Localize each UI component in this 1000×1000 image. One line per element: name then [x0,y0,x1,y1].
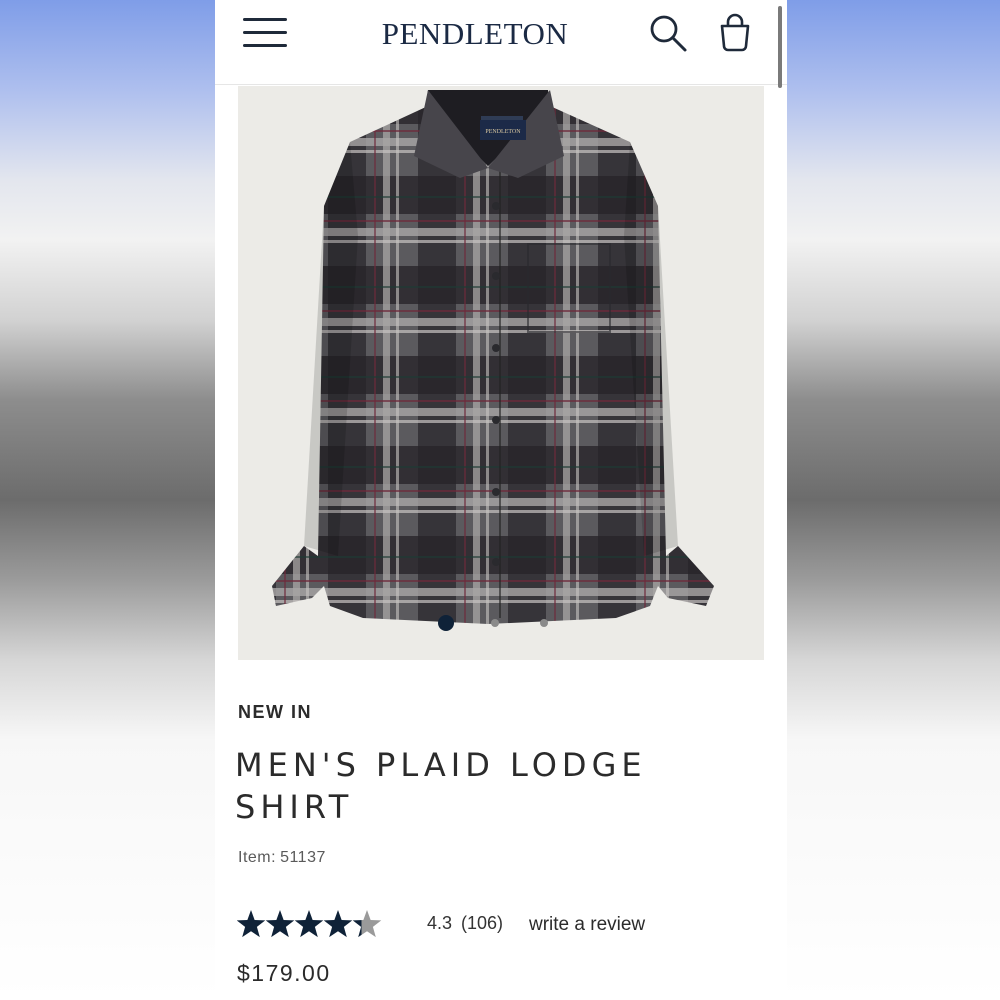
site-header: PENDLETON [215,0,787,88]
write-review-link[interactable]: write a review [529,914,645,936]
star-4 [323,910,353,938]
carousel-dot-1[interactable] [438,615,454,631]
item-number-value: 51137 [280,849,326,866]
scrollbar[interactable] [778,6,782,88]
product-title: MEN'S PLAID LODGE SHIRT [235,744,755,828]
search-icon[interactable] [647,12,689,54]
blurred-backdrop-left [0,0,215,1000]
blurred-backdrop-right [787,0,1000,1000]
carousel-dot-3[interactable] [540,619,548,627]
plaid-shirt-image: PENDLETON [272,90,714,624]
rating-row: 4.3 (106) write a review [236,906,757,942]
star-1 [236,910,266,938]
mobile-page: PENDLETON PENDLETON NEW IN MEN'S PLAID L… [215,0,787,1000]
product-title-line-2: SHIRT [235,788,354,826]
star-5 [352,910,382,938]
product-image-carousel[interactable]: PENDLETON [238,86,764,660]
rating-value: 4.3 [427,913,453,933]
product-title-line-1: MEN'S PLAID LODGE [235,746,647,784]
product-price: $179.00 [237,960,331,986]
star-2 [265,910,295,938]
carousel-dots [238,614,764,634]
star-3 [294,910,324,938]
new-in-badge: NEW IN [238,702,312,722]
shopping-bag-icon[interactable] [715,12,755,54]
review-count[interactable]: (106) [461,913,503,934]
hamburger-menu-icon[interactable] [243,16,289,50]
brand-logo[interactable]: PENDLETON [365,14,585,54]
item-number: Item: 51137 [238,849,326,867]
garment-label-text: PENDLETON [485,129,521,135]
item-label: Item: [238,849,277,866]
carousel-dot-2[interactable] [491,619,499,627]
star-rating[interactable] [236,906,387,942]
